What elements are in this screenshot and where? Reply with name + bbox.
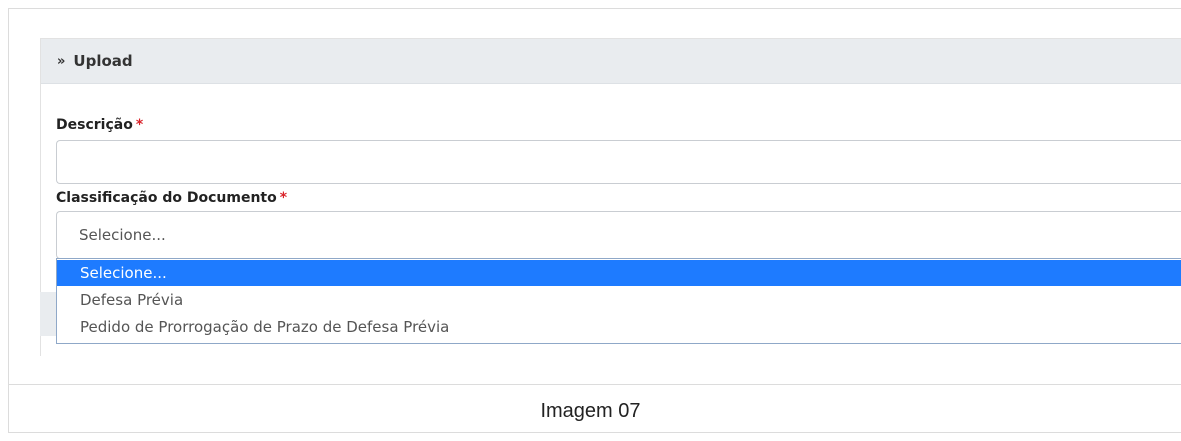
next-panel-header-stub [40, 292, 56, 336]
double-chevron-down-icon: » [57, 53, 66, 69]
classificacao-dropdown-list: Selecione... Defesa Prévia Pedido de Pro… [56, 258, 1181, 344]
classificacao-label-text: Classificação do Documento [56, 190, 277, 206]
required-marker: * [279, 190, 288, 206]
caption-divider [8, 384, 1181, 385]
dropdown-option-pedido-prorrogacao[interactable]: Pedido de Prorrogação de Prazo de Defesa… [57, 314, 1181, 340]
classificacao-select-value: Selecione... [79, 226, 166, 244]
descricao-label: Descrição * [56, 117, 143, 133]
classificacao-label: Classificação do Documento * [56, 190, 287, 206]
image-caption: Imagem 07 [540, 400, 641, 422]
upload-panel-title: Upload [73, 52, 133, 70]
dropdown-option-selecione[interactable]: Selecione... [57, 260, 1181, 286]
dropdown-option-defesa-previa[interactable]: Defesa Prévia [57, 287, 1181, 313]
descricao-input[interactable] [56, 140, 1181, 184]
classificacao-select[interactable]: Selecione... [56, 211, 1181, 259]
descricao-label-text: Descrição [56, 117, 133, 133]
upload-panel-header[interactable]: » Upload [41, 39, 1181, 84]
required-marker: * [135, 117, 144, 133]
